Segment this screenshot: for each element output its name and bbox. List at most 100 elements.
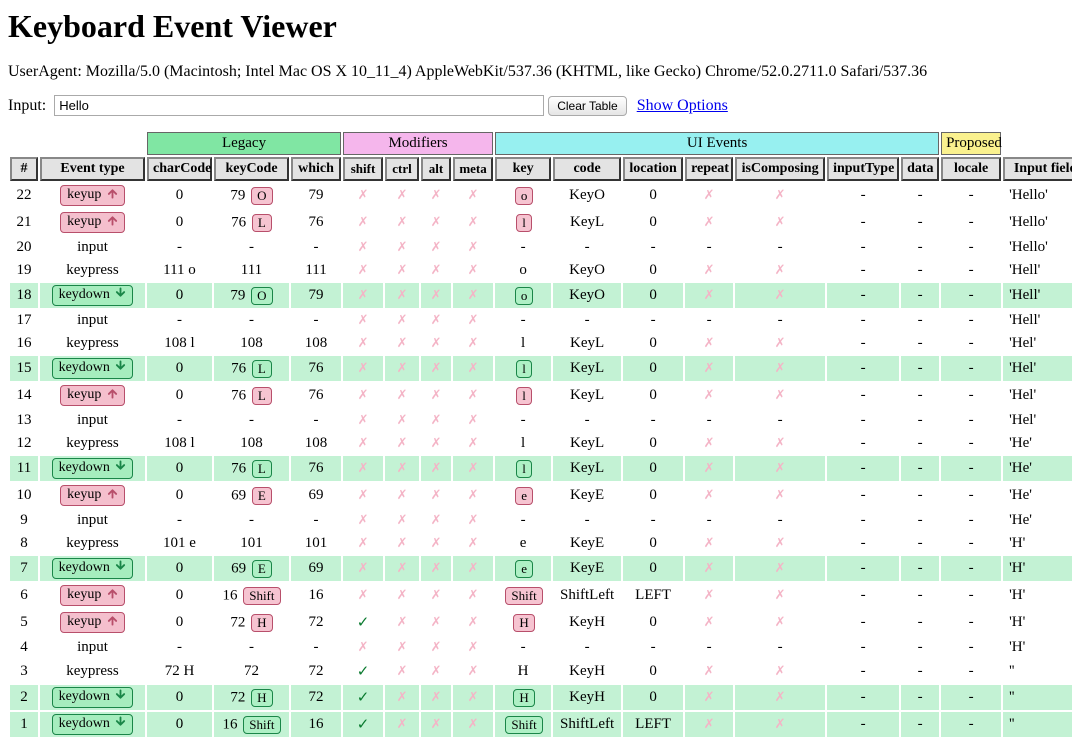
cell-inputfield: 'He'	[1003, 510, 1072, 531]
event-badge-keyup: keyup	[60, 212, 125, 233]
cell-which: 76	[291, 210, 341, 235]
col-location[interactable]: location	[623, 157, 683, 181]
cell-which: 79	[291, 283, 341, 308]
cell-alt: ✗	[421, 333, 451, 354]
cell-idx: 6	[10, 583, 38, 608]
cell-iscomposing: ✗	[735, 356, 825, 381]
cell-charcode: -	[147, 237, 212, 258]
cell-meta: ✗	[453, 383, 493, 408]
cell-which: 108	[291, 433, 341, 454]
col-which[interactable]: which	[291, 157, 341, 181]
cell-iscomposing: ✗	[735, 556, 825, 581]
key-cap: l	[516, 387, 532, 405]
cell-event-type: keypress	[40, 433, 145, 454]
col-shift[interactable]: shift	[343, 157, 383, 181]
cell-charcode: -	[147, 637, 212, 658]
cell-iscomposing: -	[735, 310, 825, 331]
x-icon: ✗	[775, 187, 786, 202]
cell-data: -	[901, 456, 939, 481]
col-meta[interactable]: meta	[453, 157, 493, 181]
x-icon: ✗	[358, 287, 369, 302]
x-icon: ✗	[397, 639, 408, 654]
cell-charcode: -	[147, 310, 212, 331]
col-keycode[interactable]: keyCode	[214, 157, 289, 181]
x-icon: ✗	[397, 387, 408, 402]
cell-repeat: ✗	[685, 556, 733, 581]
x-icon: ✗	[431, 214, 442, 229]
cell-inputtype: -	[827, 483, 899, 508]
table-row: 21keyup 076 L76✗✗✗✗lKeyL0✗✗---'Hello'	[10, 210, 1072, 235]
cell-shift: ✗	[343, 456, 383, 481]
cell-inputfield: 'Hell'	[1003, 283, 1072, 308]
table-row: 5keyup 072 H72✓✗✗✗HKeyH0✗✗---'H'	[10, 610, 1072, 635]
key-cap: e	[515, 560, 533, 578]
x-icon: ✗	[704, 535, 715, 550]
table-row: 9input---✗✗✗✗--------'He'	[10, 510, 1072, 531]
cell-alt: ✗	[421, 610, 451, 635]
col-repeat[interactable]: repeat	[685, 157, 733, 181]
x-icon: ✗	[704, 614, 715, 629]
x-icon: ✗	[431, 587, 442, 602]
cell-inputtype: -	[827, 510, 899, 531]
col-locale[interactable]: locale	[941, 157, 1001, 181]
cell-location: 0	[623, 356, 683, 381]
x-icon: ✗	[775, 214, 786, 229]
x-icon: ✗	[431, 460, 442, 475]
x-icon: ✗	[431, 360, 442, 375]
x-icon: ✗	[397, 435, 408, 450]
x-icon: ✗	[431, 512, 442, 527]
cell-shift: ✗	[343, 410, 383, 431]
col-ctrl[interactable]: ctrl	[385, 157, 419, 181]
cell-inputfield: 'Hello'	[1003, 237, 1072, 258]
cell-idx: 15	[10, 356, 38, 381]
x-icon: ✗	[704, 360, 715, 375]
cell-code: KeyH	[553, 660, 621, 683]
table-row: 8keypress101 e101101✗✗✗✗eKeyE0✗✗---'H'	[10, 533, 1072, 554]
col-iscomposing[interactable]: isComposing	[735, 157, 825, 181]
keyboard-input[interactable]	[54, 95, 544, 116]
x-icon: ✗	[397, 614, 408, 629]
cell-ctrl: ✗	[385, 356, 419, 381]
cell-inputfield: 'Hel'	[1003, 383, 1072, 408]
cell-keycode: -	[214, 410, 289, 431]
cell-event-type: keyup	[40, 183, 145, 208]
cell-idx: 5	[10, 610, 38, 635]
col-inputtype[interactable]: inputType	[827, 157, 899, 181]
cell-idx: 21	[10, 210, 38, 235]
col-key[interactable]: key	[495, 157, 551, 181]
cell-code: KeyL	[553, 333, 621, 354]
cell-keycode: 76 L	[214, 356, 289, 381]
col-inputfield[interactable]: Input field	[1003, 157, 1072, 181]
col-idx[interactable]: #	[10, 157, 38, 181]
x-icon: ✗	[468, 689, 479, 704]
clear-table-button[interactable]: Clear Table	[548, 96, 626, 116]
cell-ctrl: ✗	[385, 583, 419, 608]
col-code[interactable]: code	[553, 157, 621, 181]
cell-which: 72	[291, 610, 341, 635]
cell-idx: 9	[10, 510, 38, 531]
cell-inputtype: -	[827, 410, 899, 431]
x-icon: ✗	[431, 435, 442, 450]
cell-locale: -	[941, 637, 1001, 658]
table-row: 18keydown 079 O79✗✗✗✗oKeyO0✗✗---'Hell'	[10, 283, 1072, 308]
x-icon: ✗	[397, 512, 408, 527]
col-event-type[interactable]: Event type	[40, 157, 145, 181]
cell-code: ShiftLeft	[553, 583, 621, 608]
cell-code: KeyO	[553, 283, 621, 308]
cell-data: -	[901, 610, 939, 635]
cell-alt: ✗	[421, 356, 451, 381]
show-options-link[interactable]: Show Options	[637, 97, 728, 114]
event-badge-keydown: keydown	[52, 714, 134, 735]
col-charcode[interactable]: charCode	[147, 157, 212, 181]
cell-keycode: 111	[214, 260, 289, 281]
x-icon: ✗	[704, 716, 715, 731]
cell-repeat: -	[685, 510, 733, 531]
col-alt[interactable]: alt	[421, 157, 451, 181]
x-icon: ✗	[468, 287, 479, 302]
x-icon: ✗	[468, 360, 479, 375]
cell-key: H	[495, 610, 551, 635]
cell-event-type: keyup	[40, 610, 145, 635]
x-icon: ✗	[431, 187, 442, 202]
col-data[interactable]: data	[901, 157, 939, 181]
cell-data: -	[901, 183, 939, 208]
